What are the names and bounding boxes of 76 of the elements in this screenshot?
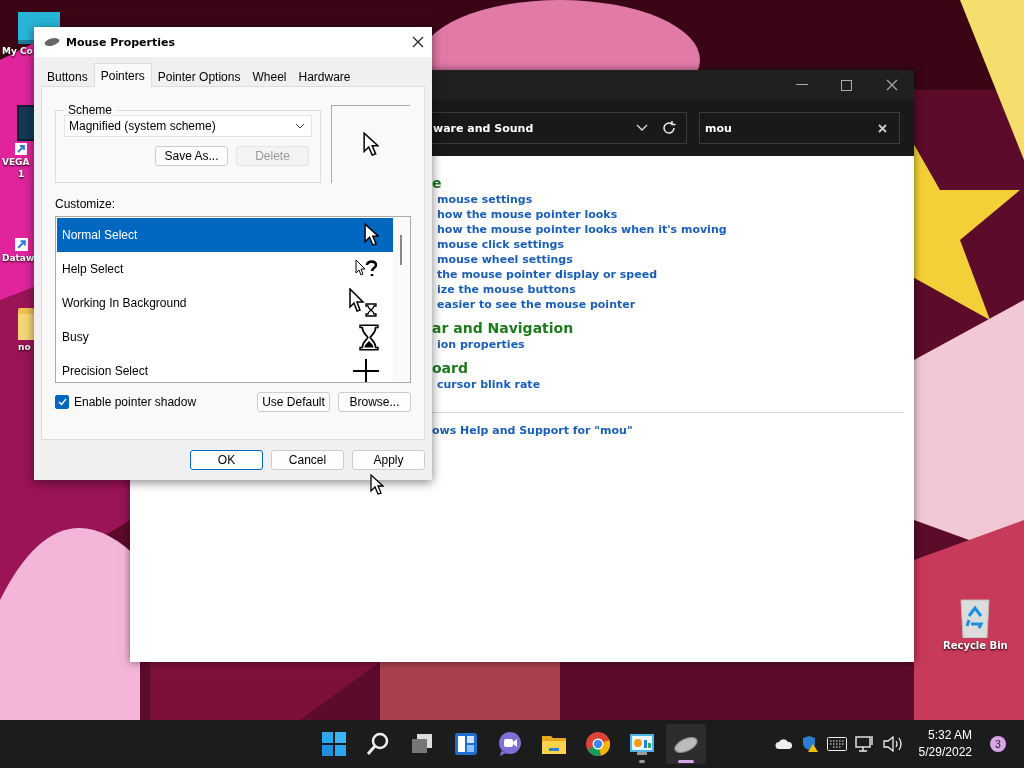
cancel-button[interactable]: Cancel bbox=[271, 450, 344, 470]
settings-link[interactable]: ion properties bbox=[432, 337, 525, 352]
save-as-button[interactable]: Save As... bbox=[155, 146, 228, 166]
working-pointer-icon bbox=[349, 288, 379, 318]
tab[interactable]: Wheel bbox=[246, 67, 293, 86]
tab[interactable]: Buttons bbox=[41, 67, 94, 86]
tab[interactable]: Hardware bbox=[292, 67, 357, 86]
minimize-icon[interactable] bbox=[795, 84, 808, 86]
keyboard-icon[interactable] bbox=[826, 737, 847, 751]
refresh-icon[interactable] bbox=[662, 121, 676, 135]
checkbox-label: Enable pointer shadow bbox=[74, 395, 197, 409]
chevron-down-icon bbox=[295, 123, 305, 129]
mouse-icon bbox=[44, 37, 60, 47]
scheme-dropdown[interactable]: Magnified (system scheme) bbox=[64, 115, 312, 137]
settings-link[interactable]: how the mouse pointer looks when it's moving bbox=[432, 222, 727, 237]
ok-button[interactable]: OK bbox=[190, 450, 263, 470]
arrow-pointer-icon bbox=[363, 222, 379, 248]
shadow-checkbox[interactable]: Enable pointer shadow bbox=[55, 395, 249, 409]
recycle-bin-icon bbox=[959, 598, 992, 638]
window-title: Mouse Properties bbox=[66, 35, 176, 49]
clock[interactable]: 5:32 AM 5/29/2022 bbox=[918, 727, 972, 761]
browser-icon bbox=[585, 731, 611, 757]
tab[interactable]: Pointer Options bbox=[151, 67, 247, 86]
use-default-button[interactable]: Use Default bbox=[257, 392, 330, 412]
video-shortcut-icon bbox=[15, 105, 37, 155]
settings-link[interactable]: how the mouse pointer looks bbox=[432, 207, 618, 222]
close-icon[interactable] bbox=[412, 36, 424, 48]
search-field[interactable]: mou bbox=[699, 112, 900, 144]
folder-icon bbox=[18, 308, 34, 340]
network-icon[interactable] bbox=[854, 735, 875, 753]
mouse-cursor-icon bbox=[370, 474, 384, 496]
close-icon[interactable] bbox=[885, 79, 898, 91]
arrow-pointer-icon bbox=[362, 131, 380, 158]
desktop-icon-label: Recycle Bin bbox=[943, 640, 1008, 651]
group-label: Scheme bbox=[67, 103, 114, 117]
widgets-icon bbox=[453, 731, 479, 757]
desktop-icon-label: no bbox=[18, 342, 31, 352]
maximize-icon[interactable] bbox=[841, 79, 852, 91]
tab[interactable]: Pointers bbox=[93, 63, 152, 87]
settings-link[interactable]: cursor blink rate bbox=[432, 377, 541, 392]
notification-badge[interactable]: 3 bbox=[990, 736, 1006, 752]
taskbar-app-button[interactable] bbox=[666, 724, 706, 764]
crosshair-pointer-icon bbox=[353, 359, 379, 382]
browse-button[interactable]: Browse... bbox=[338, 392, 411, 412]
pointer-list-item[interactable]: Normal Select bbox=[57, 218, 393, 252]
desktop-icon-label: My Co bbox=[2, 46, 33, 56]
cloud-icon[interactable] bbox=[774, 738, 793, 750]
settings-link[interactable]: ize the mouse buttons bbox=[432, 282, 576, 297]
volume-icon[interactable] bbox=[882, 736, 903, 752]
settings-link[interactable]: mouse wheel settings bbox=[432, 252, 573, 267]
checkbox[interactable] bbox=[55, 395, 69, 409]
hourglass-pointer-icon bbox=[359, 323, 379, 351]
section-heading: oard bbox=[432, 360, 468, 377]
section-heading: ar and Navigation bbox=[432, 320, 574, 337]
desktop-icon-label: VEGA bbox=[2, 157, 30, 167]
desktop-icon-label: 1 bbox=[18, 169, 25, 179]
search-icon bbox=[365, 731, 391, 757]
checkmark-icon bbox=[57, 398, 67, 406]
chat-icon bbox=[497, 731, 523, 757]
clear-icon[interactable] bbox=[878, 123, 887, 133]
windows-logo-icon bbox=[321, 731, 347, 757]
settings-link[interactable]: mouse click settings bbox=[432, 237, 564, 252]
scrollbar[interactable] bbox=[393, 217, 410, 382]
settings-link[interactable]: the mouse pointer display or speed bbox=[432, 267, 658, 282]
chevron-down-icon[interactable] bbox=[636, 124, 648, 132]
control-panel-icon bbox=[629, 731, 655, 757]
apply-button[interactable]: Apply bbox=[352, 450, 425, 470]
shortcut-icon bbox=[15, 238, 28, 251]
settings-link[interactable]: mouse settings bbox=[432, 192, 533, 207]
desktop-icon-label: Dataw bbox=[2, 253, 35, 263]
help-pointer-icon bbox=[355, 259, 379, 279]
settings-link[interactable]: easier to see the mouse pointer bbox=[432, 297, 636, 312]
help-link[interactable]: ows Help and Support for "mou" bbox=[432, 423, 633, 438]
section-heading: e bbox=[432, 175, 442, 192]
customize-label: Customize: bbox=[55, 197, 116, 211]
shield-warning-icon[interactable] bbox=[800, 735, 819, 753]
